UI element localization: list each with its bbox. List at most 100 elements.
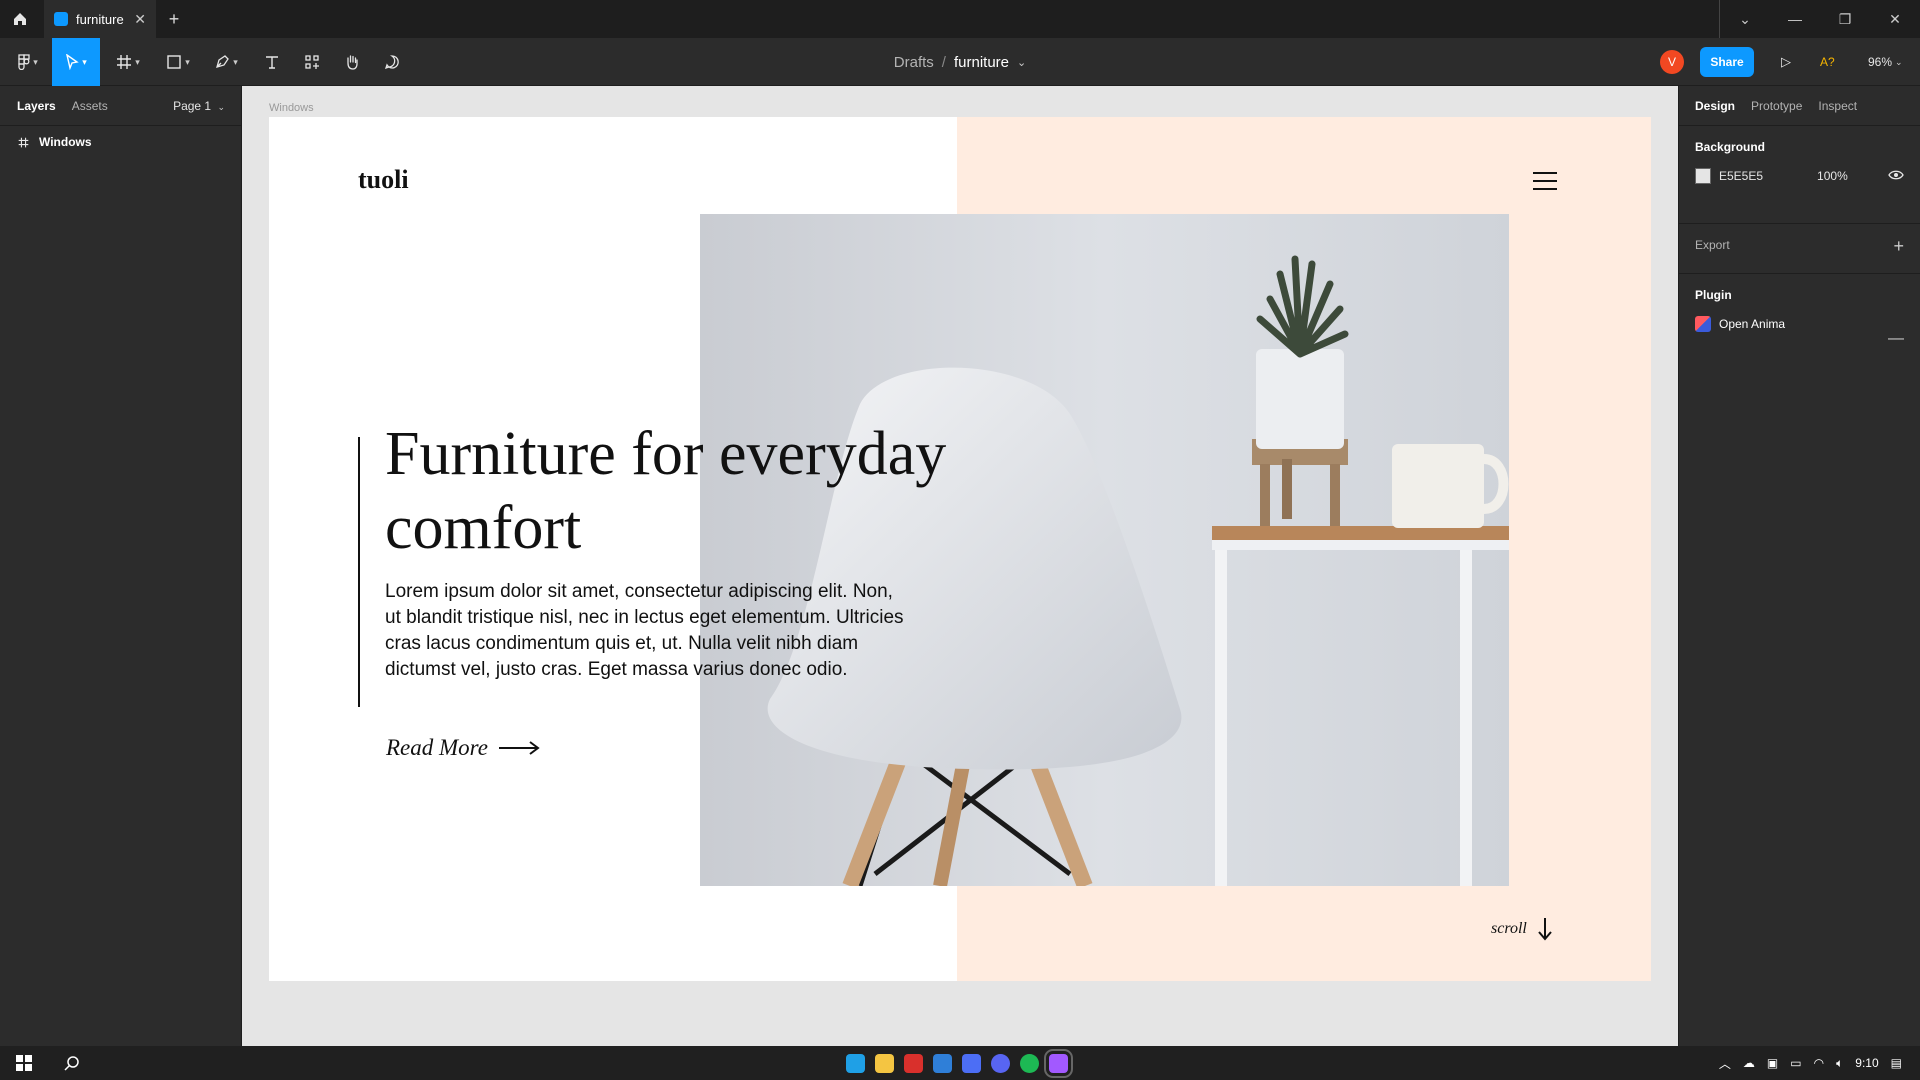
background-color-swatch[interactable] (1695, 168, 1711, 184)
figma-icon[interactable] (1044, 1048, 1073, 1078)
file-tab-title: furniture (76, 11, 124, 27)
breadcrumb-separator: / (941, 53, 946, 71)
windows-taskbar: ︿ ☁ ▣ ▭ ◠ 🔈︎ 9:10 ▤ (0, 1046, 1920, 1080)
comment-icon (384, 55, 399, 70)
comment-tool[interactable] (374, 38, 410, 86)
plugin-title: Plugin (1695, 288, 1732, 302)
volume-icon[interactable]: 🔈︎ (1836, 1056, 1843, 1071)
layers-panel: Layers Assets Page 1 ⌄ Windows (0, 86, 242, 1046)
zoom-level: 96% (1868, 55, 1893, 69)
properties-panel: Design Prototype Inspect Background E5E5… (1678, 86, 1920, 1046)
tab-design[interactable]: Design (1695, 99, 1735, 113)
spotify-icon[interactable] (1020, 1053, 1039, 1073)
home-button[interactable] (0, 0, 40, 38)
plugin-name: Open Anima (1719, 317, 1786, 331)
export-title: Export (1695, 238, 1730, 252)
chevron-down-icon: ▾ (233, 56, 238, 67)
app-icon-2[interactable] (962, 1053, 981, 1073)
app-icon[interactable] (904, 1053, 923, 1073)
anima-plugin-icon (1695, 316, 1711, 332)
tab-bar: furniture ✕ + ⌄ — ❐ ✕ (0, 0, 1920, 38)
tab-inspect[interactable]: Inspect (1818, 99, 1857, 113)
breadcrumb-drafts[interactable]: Drafts (894, 54, 934, 71)
close-window-button[interactable]: ✕ (1870, 0, 1920, 38)
headline-accent-line (358, 437, 360, 707)
frame-icon (18, 137, 29, 147)
background-hex-input[interactable]: E5E5E5 (1719, 169, 1763, 183)
minimize-button[interactable]: — (1770, 0, 1820, 38)
accessibility-check-button[interactable]: A? (1820, 38, 1835, 86)
present-button[interactable]: ▷ (1774, 50, 1798, 74)
display-icon[interactable]: ▣ (1767, 1056, 1778, 1070)
cloud-icon[interactable]: ☁ (1743, 1056, 1755, 1070)
chevron-down-icon: ⌄ (1895, 56, 1903, 67)
background-opacity-input[interactable]: 100% (1817, 169, 1848, 183)
breadcrumb-file-name[interactable]: furniture (954, 54, 1009, 71)
file-explorer-icon[interactable] (875, 1053, 894, 1073)
left-panel-tabs: Layers Assets Page 1 ⌄ (0, 86, 241, 126)
mail-icon[interactable] (933, 1053, 952, 1073)
frame-icon (117, 55, 132, 69)
battery-icon[interactable]: ▭ (1790, 1056, 1801, 1070)
scroll-label: scroll (1491, 920, 1527, 937)
restore-button[interactable]: ❐ (1820, 0, 1870, 38)
pen-tool[interactable]: ▾ (206, 38, 246, 86)
background-title: Background (1695, 140, 1766, 154)
taskbar-apps (846, 1046, 1073, 1080)
tab-layers[interactable]: Layers (17, 99, 56, 113)
plugin-item-open-anima[interactable]: Open Anima (1695, 316, 1904, 332)
main-menu-button[interactable]: ▾ (8, 38, 48, 86)
text-icon (266, 56, 278, 69)
start-button[interactable] (0, 1055, 48, 1071)
rectangle-icon (167, 55, 181, 69)
file-menu-chevron-icon[interactable]: ⌄ (1017, 56, 1026, 69)
frame-label[interactable]: Windows (269, 102, 314, 114)
hamburger-menu-icon (1533, 172, 1557, 190)
chevron-down-icon: ▾ (185, 56, 190, 67)
layer-item-windows[interactable]: Windows (0, 126, 241, 158)
clock[interactable]: 9:10 (1855, 1056, 1878, 1070)
window-controls: ⌄ — ❐ ✕ (1720, 0, 1920, 38)
remove-plugin-icon[interactable]: — (1888, 330, 1904, 348)
discord-icon[interactable] (991, 1053, 1010, 1073)
search-icon (64, 1056, 79, 1071)
tab-prototype[interactable]: Prototype (1751, 99, 1802, 113)
canvas[interactable]: Windows tuoli Furniture for everyday com… (242, 86, 1678, 1046)
file-tab[interactable]: furniture ✕ (44, 0, 156, 38)
notifications-icon[interactable]: ▤ (1891, 1056, 1902, 1070)
tab-assets[interactable]: Assets (72, 99, 108, 113)
hand-icon (347, 55, 358, 70)
taskbar-left (0, 1046, 96, 1080)
components-icon (305, 55, 319, 69)
frame-tool[interactable]: ▾ (108, 38, 148, 86)
resources-tool[interactable] (294, 38, 330, 86)
layer-name: Windows (39, 135, 92, 149)
play-icon: ▷ (1781, 54, 1791, 69)
background-section: Background E5E5E5 100% (1679, 126, 1920, 224)
search-button[interactable] (48, 1055, 96, 1071)
avatar[interactable]: V (1660, 50, 1684, 74)
zoom-menu[interactable]: 96% ⌄ (1868, 38, 1903, 86)
hand-tool[interactable] (334, 38, 370, 86)
close-tab-icon[interactable]: ✕ (134, 11, 146, 28)
figma-file-icon (54, 12, 68, 26)
design-frame[interactable]: tuoli Furniture for everyday comfort Lor… (269, 117, 1651, 981)
add-export-icon[interactable]: + (1893, 236, 1904, 257)
chevron-up-icon[interactable]: ︿ (1719, 1055, 1731, 1072)
page-selector[interactable]: Page 1 ⌄ (173, 99, 225, 113)
wifi-icon[interactable]: ◠ (1814, 1056, 1824, 1070)
eye-icon[interactable] (1888, 169, 1904, 184)
background-fill-row: E5E5E5 100% (1695, 168, 1904, 184)
right-panel-tabs: Design Prototype Inspect (1679, 86, 1920, 126)
toolbar: ▾ ▾ ▾ ▾ ▾ Drafts / furniture ⌄ V Share ▷… (0, 38, 1920, 86)
share-button[interactable]: Share (1700, 47, 1754, 77)
figma-menu-icon (18, 54, 30, 70)
new-tab-button[interactable]: + (156, 9, 192, 30)
move-tool[interactable]: ▾ (52, 38, 100, 86)
text-tool[interactable] (254, 38, 290, 86)
shape-tool[interactable]: ▾ (158, 38, 198, 86)
chevron-down-icon: ▾ (135, 56, 140, 67)
system-tray: ︿ ☁ ▣ ▭ ◠ 🔈︎ 9:10 ▤ (1719, 1046, 1920, 1080)
chevron-down-icon[interactable]: ⌄ (1720, 0, 1770, 38)
edge-icon[interactable] (846, 1053, 865, 1073)
